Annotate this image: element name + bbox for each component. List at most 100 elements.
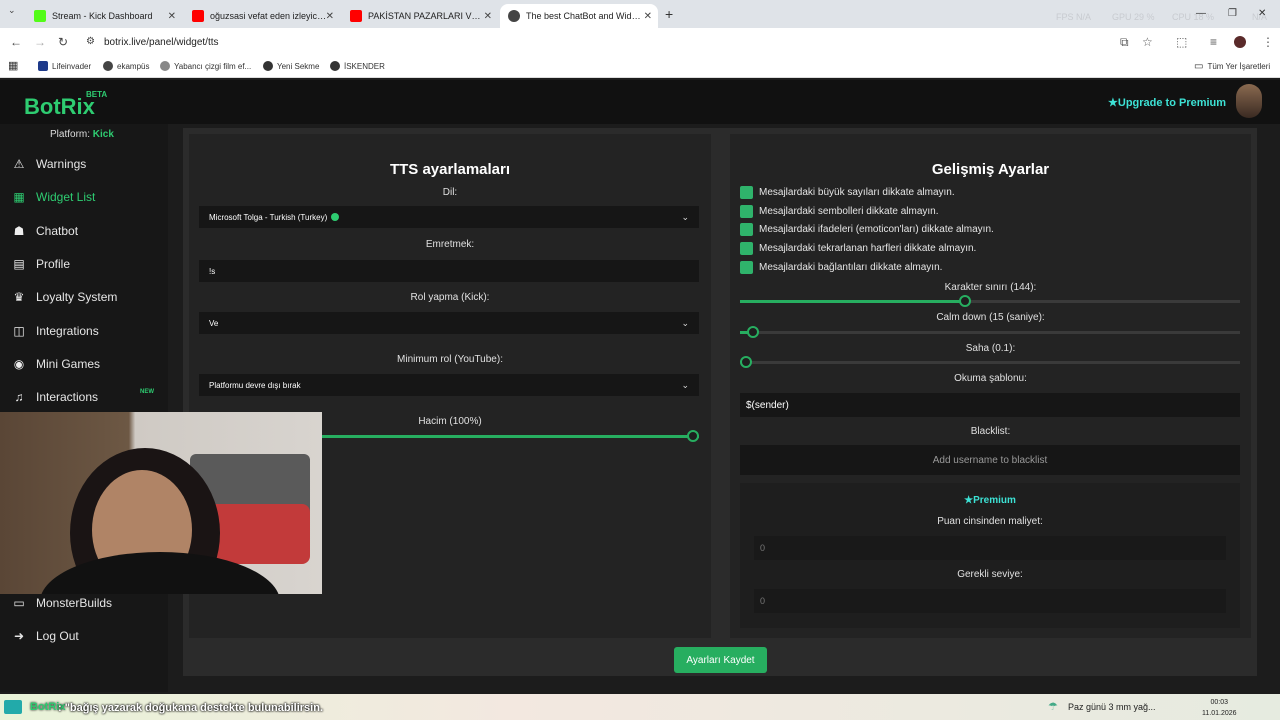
bookmark-icon — [38, 61, 48, 71]
close-window-icon[interactable]: ✕ — [1258, 8, 1266, 19]
pitch-label: Saha (0.1): — [965, 343, 1016, 354]
checkbox-checked[interactable] — [740, 260, 753, 274]
tab-youtube-2[interactable]: PAKİSTAN PAZARLARI VE SOKAKLARI ✕ — [342, 4, 498, 28]
close-icon[interactable]: ✕ — [168, 11, 176, 22]
bookmark-lifeinvader[interactable]: Lifeinvader — [38, 61, 91, 71]
char-limit-slider-thumb[interactable] — [959, 295, 971, 307]
blacklist-input[interactable]: Add username to blacklist — [740, 445, 1240, 475]
upgrade-button[interactable]: ★Upgrade to Premium — [1108, 96, 1226, 109]
close-icon[interactable]: ✕ — [326, 11, 334, 22]
sidebar-item-widget-list[interactable]: ▦ Widget List — [12, 186, 95, 208]
read-template-label: Okuma şablonu: — [954, 373, 1027, 384]
pitch-slider[interactable] — [740, 356, 1240, 368]
bookmark-yeni-sekme[interactable]: Yeni Sekme — [263, 61, 319, 71]
language-select[interactable]: Microsoft Tolga - Turkish (Turkey) ⌄ — [199, 206, 699, 228]
status-dot — [331, 213, 340, 221]
read-template-input[interactable]: $(sender) — [740, 393, 1240, 417]
youtube-role-select[interactable]: Platformu devre dışı bırak ⌄ — [199, 374, 699, 396]
char-limit-slider[interactable] — [740, 295, 1240, 307]
command-value: !s — [209, 266, 216, 276]
url-field[interactable]: botrix.live/panel/widget/tts — [104, 37, 219, 48]
point-cost-input[interactable]: 0 — [754, 536, 1226, 560]
media-icon[interactable]: ≡ — [1210, 35, 1217, 49]
translate-icon[interactable]: ⧉ — [1120, 35, 1129, 50]
all-bookmarks[interactable]: ▭ Tüm Yer İşaretleri — [1194, 61, 1270, 72]
checkbox-checked[interactable] — [740, 241, 753, 255]
sidebar-item-logout[interactable]: ➜ Log Out — [12, 625, 79, 647]
tab-botrix[interactable]: The best ChatBot and Widgets ✕ — [500, 4, 658, 28]
required-level-value: 0 — [760, 596, 766, 606]
ignore-emotes-checkbox[interactable]: Mesajlardaki ifadeleri (emoticon'ları) d… — [740, 222, 994, 236]
star-icon[interactable]: ☆ — [1142, 35, 1153, 49]
weather-icon: ☂ — [1048, 701, 1058, 713]
tab-search-icon[interactable]: ⌄ — [8, 5, 16, 16]
bookmark-icon — [160, 61, 170, 71]
save-settings-button[interactable]: Ayarları Kaydet — [674, 647, 767, 673]
close-icon[interactable]: ✕ — [484, 11, 492, 22]
bookmark-iskender[interactable]: İSKENDER — [330, 61, 385, 71]
music-icon: ♫ — [14, 390, 24, 404]
address-bar: ← → ↻ ⚙ botrix.live/panel/widget/tts ⧉ ☆… — [0, 28, 1280, 56]
minimize-icon[interactable]: — — [1196, 8, 1206, 19]
new-tab-button[interactable]: + — [665, 6, 673, 22]
char-limit-label: Karakter sınırı (144): — [944, 282, 1037, 293]
pitch-slider-thumb[interactable] — [740, 356, 752, 368]
apps-icon[interactable]: ▦ — [8, 59, 18, 72]
required-level-input[interactable]: 0 — [754, 589, 1226, 613]
weather-text[interactable]: Paz günü 3 mm yağ... — [1068, 702, 1156, 712]
profile-avatar[interactable] — [1234, 36, 1246, 48]
sidebar-item-label: Profile — [36, 257, 71, 271]
bookmark-yabanci[interactable]: Yabancı çizgi film ef... — [160, 61, 251, 71]
kick-role-select[interactable]: Ve ⌄ — [199, 312, 699, 334]
bookmark-label: ekampüs — [117, 61, 150, 71]
cpu-readout: CPU 18 % — [1172, 12, 1215, 22]
close-icon[interactable]: ✕ — [644, 11, 652, 22]
checkbox-checked[interactable] — [740, 185, 753, 199]
user-avatar[interactable] — [1236, 84, 1262, 118]
checkbox-checked[interactable] — [740, 204, 753, 218]
clock[interactable]: 00:03 11.01.2026 — [1202, 697, 1237, 719]
tab-kick-dashboard[interactable]: Stream - Kick Dashboard ✕ — [26, 4, 182, 28]
sidebar-item-chatbot[interactable]: ☗ Chatbot — [12, 220, 78, 242]
sidebar-item-loyalty[interactable]: ♛ Loyalty System — [12, 286, 118, 308]
sidebar-item-integrations[interactable]: ◫ Integrations — [12, 320, 98, 342]
ignore-numbers-checkbox[interactable]: Mesajlardaki büyük sayıları dikkate alma… — [740, 185, 955, 199]
sidebar-item-warnings[interactable]: ⚠ Warnings — [12, 153, 87, 175]
bookmark-ekampus[interactable]: ekampüs — [103, 61, 149, 71]
ignore-symbols-checkbox[interactable]: Mesajlardaki sembolleri dikkate almayın. — [740, 204, 939, 218]
site-info-icon[interactable]: ⚙ — [86, 36, 95, 47]
calm-down-slider-thumb[interactable] — [747, 326, 759, 338]
back-icon[interactable]: ← — [10, 35, 22, 49]
bookmark-label: Yabancı çizgi film ef... — [174, 61, 252, 71]
bookmark-icon — [263, 61, 273, 71]
calm-down-slider[interactable] — [740, 326, 1240, 338]
sidebar-item-label: Mini Games — [36, 357, 101, 371]
sidebar-item-mini-games[interactable]: ◉ Mini Games — [12, 353, 100, 375]
checkbox-checked[interactable] — [740, 222, 753, 236]
checkbox-label: Mesajlardaki tekrarlanan harfleri dikkat… — [759, 242, 977, 254]
bookmark-label: İSKENDER — [344, 61, 385, 71]
app-header: BotRix BETA ★Upgrade to Premium — [0, 80, 1280, 124]
clock-time: 00:03 — [1210, 699, 1229, 706]
menu-icon[interactable]: ⋮ — [1262, 35, 1274, 49]
sidebar-item-monsterbuilds[interactable]: ▭ MonsterBuilds — [12, 592, 112, 614]
id-card-icon: ▤ — [13, 257, 25, 271]
sidebar-item-profile[interactable]: ▤ Profile — [12, 253, 70, 275]
ignore-repeated-checkbox[interactable]: Mesajlardaki tekrarlanan harfleri dikkat… — [740, 241, 976, 255]
reload-icon[interactable]: ↻ — [58, 35, 68, 49]
maximize-icon[interactable]: ❐ — [1228, 8, 1237, 19]
botrix-logo[interactable]: BotRix — [24, 94, 95, 120]
bookmarks-bar: ▦ Lifeinvader ekampüs Yabancı çizgi film… — [0, 56, 1280, 78]
command-input[interactable]: !s — [199, 260, 699, 282]
forward-icon[interactable]: → — [34, 35, 46, 49]
tab-youtube-1[interactable]: oğuzsasi vefat eden izleyicisi hakkında … — [184, 4, 340, 28]
extensions-icon[interactable]: ⬚ — [1176, 35, 1187, 49]
stream-ticker: : "bağış yazarak doğukana destekte bulun… — [58, 702, 324, 714]
sidebar-item-interactions[interactable]: ♫ Interactions — [12, 386, 99, 408]
premium-title: ★Premium — [740, 495, 1240, 506]
bookmark-icon — [330, 61, 340, 71]
sidebar-item-label: Chatbot — [36, 224, 79, 238]
ignore-links-checkbox[interactable]: Mesajlardaki bağlantıları dikkate almayı… — [740, 260, 942, 274]
webcam-overlay — [0, 412, 322, 594]
volume-slider-thumb[interactable] — [687, 430, 699, 442]
